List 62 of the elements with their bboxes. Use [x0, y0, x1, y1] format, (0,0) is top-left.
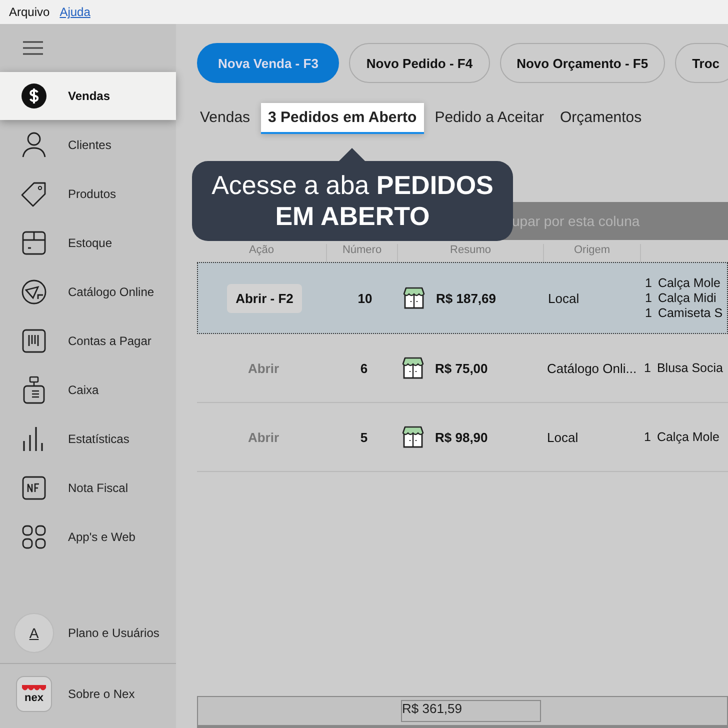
summary-total: R$ 361,59 — [401, 700, 541, 722]
tab[interactable]: Orçamentos — [554, 103, 647, 134]
avatar: A — [14, 613, 54, 653]
action-button[interactable]: Troc — [675, 43, 728, 83]
catalog-icon — [21, 279, 47, 305]
table-row[interactable]: Abrir - F2 10 R$ 187,69 Local 1 Calça Mole 1 Calça Midi 1 Camiseta S — [197, 262, 728, 334]
table-row[interactable]: Abrir 6 R$ 75,00 Catálogo Onli... 1 Blusa Socia — [197, 334, 728, 403]
open-button[interactable]: Abrir - F2 — [226, 284, 302, 312]
tab[interactable]: Pedido a Aceitar — [430, 103, 549, 134]
order-number: 5 — [360, 430, 368, 444]
dollar-icon — [21, 83, 47, 109]
logo: nex — [16, 676, 52, 712]
item-name: Calça Mole — [658, 276, 720, 290]
sidebar-item[interactable]: Catálogo Online — [0, 268, 176, 316]
account-item[interactable]: A Plano e Usuários — [0, 607, 176, 659]
store-icon — [401, 356, 425, 380]
menu-icon[interactable] — [23, 41, 43, 55]
barcode-icon — [22, 329, 46, 353]
sidebar-item[interactable]: Nota Fiscal — [0, 464, 176, 512]
tab[interactable]: Vendas — [195, 103, 256, 134]
item-quantity: 1 — [645, 276, 652, 290]
nf-icon — [22, 476, 46, 500]
item-name: Calça Midi — [658, 291, 716, 305]
sidebar-item[interactable]: Vendas — [0, 72, 176, 120]
order-total: R$ 187,69 — [436, 290, 496, 306]
action-button[interactable]: Novo Orçamento - F5 — [500, 43, 666, 83]
item-quantity: 1 — [644, 361, 651, 375]
item-name: Camiseta S — [658, 306, 723, 320]
sidebar-item[interactable]: Estoque — [0, 219, 176, 267]
item-name: Blusa Socia — [656, 361, 723, 375]
item-quantity: 1 — [645, 291, 652, 305]
sidebar-item[interactable]: Clientes — [0, 121, 176, 169]
order-total: R$ 98,90 — [435, 430, 488, 444]
order-origin: Local — [547, 430, 578, 444]
item-quantity: 1 — [644, 430, 651, 444]
bar-chart-icon — [22, 426, 46, 452]
order-number: 6 — [360, 360, 368, 376]
table-row[interactable]: Abrir 5 R$ 98,90 Local 1 Calça Mole — [197, 403, 728, 472]
menu-item[interactable]: Ajuda — [60, 5, 90, 19]
store-icon — [402, 286, 426, 310]
item-quantity: 1 — [645, 306, 652, 320]
order-number: 10 — [358, 290, 372, 306]
grid-icon — [22, 525, 46, 549]
order-origin: Local — [548, 290, 580, 306]
action-button[interactable]: Novo Pedido - F4 — [349, 43, 490, 83]
box-icon — [22, 231, 46, 255]
tag-icon — [21, 181, 47, 207]
sidebar-item[interactable]: Estatísticas — [0, 415, 176, 463]
order-origin: Catálogo Onli... — [547, 360, 637, 376]
menu-item[interactable]: Arquivo — [9, 5, 50, 19]
sidebar-item[interactable]: Produtos — [0, 170, 176, 218]
tab[interactable]: 3 Pedidos em Aberto — [261, 103, 424, 134]
about-item[interactable]: nex Sobre o Nex — [0, 668, 176, 720]
order-total: R$ 75,00 — [435, 360, 488, 376]
store-icon — [401, 425, 425, 449]
sidebar-item[interactable]: App's e Web — [0, 513, 176, 561]
sidebar-item[interactable]: Contas a Pagar — [0, 317, 176, 365]
sidebar-item[interactable]: Caixa — [0, 366, 176, 414]
register-icon — [23, 376, 45, 404]
person-icon — [22, 132, 46, 158]
tooltip-arrow — [338, 148, 366, 162]
item-name: Calça Mole — [656, 430, 720, 444]
